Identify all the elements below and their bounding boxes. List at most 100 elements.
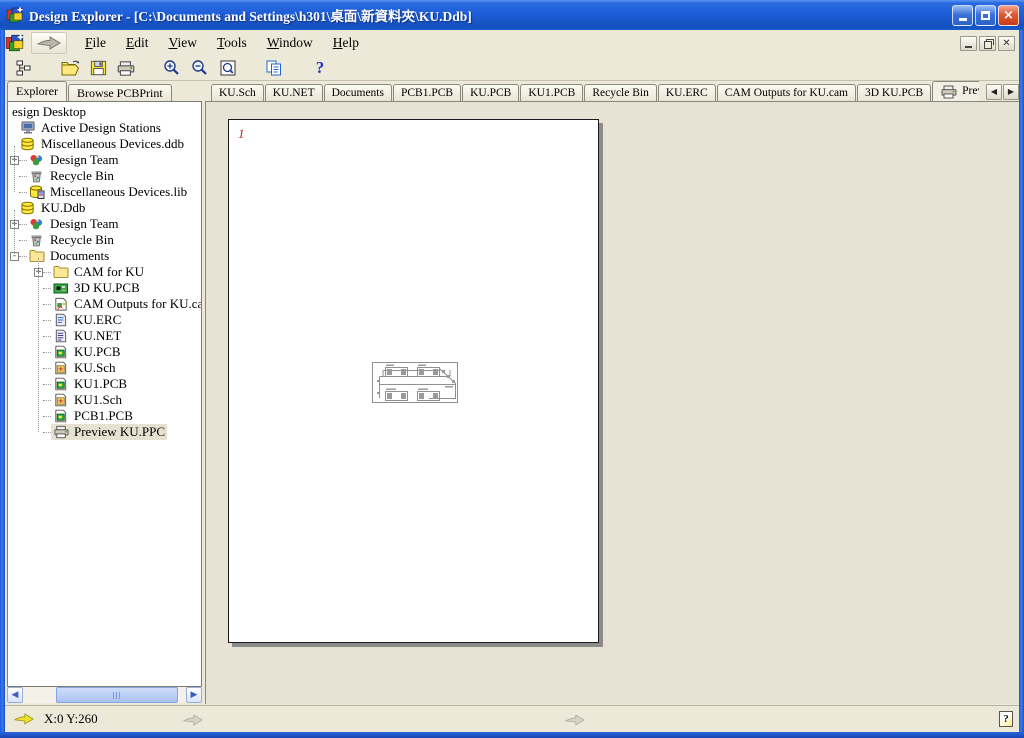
tree-item-design-team[interactable]: +Design Team xyxy=(10,152,201,168)
tree-item-active-design-stations[interactable]: Active Design Stations xyxy=(10,120,201,136)
document-tab-ku1-pcb[interactable]: KU1.PCB xyxy=(520,84,583,101)
panel-tab-browse-pcbprint[interactable]: Browse PCBPrint xyxy=(68,84,172,101)
tab-scroll-right-button[interactable]: ▶ xyxy=(1003,84,1019,100)
tree-connector xyxy=(19,240,27,241)
database-icon xyxy=(20,137,37,151)
tree-horizontal-scrollbar[interactable]: ◀ ▶ xyxy=(7,687,202,703)
menu-hide-button[interactable] xyxy=(31,32,67,54)
mdi-close-button[interactable]: ✕ xyxy=(998,36,1015,51)
tree-connector xyxy=(14,146,15,192)
net-doc-icon xyxy=(53,329,70,343)
print-button[interactable] xyxy=(113,57,139,79)
document-tab-pcb1-pcb[interactable]: PCB1.PCB xyxy=(393,84,461,101)
design-stations-icon xyxy=(20,121,37,135)
tree-item-label: KU1.PCB xyxy=(72,376,129,392)
document-tab-ku-sch[interactable]: KU.Sch xyxy=(211,84,264,101)
scroll-left-arrow[interactable]: ◀ xyxy=(7,687,23,703)
menu-edit[interactable]: Edit xyxy=(116,33,159,53)
tree-item-miscellaneous-devices-ddb[interactable]: Miscellaneous Devices.ddb xyxy=(10,136,201,152)
scroll-right-arrow[interactable]: ▶ xyxy=(186,687,202,703)
menu-window[interactable]: Window xyxy=(257,33,323,53)
app-logo-icon xyxy=(6,6,24,24)
zoom-out-button[interactable] xyxy=(187,57,213,79)
tree-item-recycle-bin[interactable]: Recycle Bin xyxy=(10,168,201,184)
document-tab-ku-net[interactable]: KU.NET xyxy=(265,84,323,101)
tree-item-label: Documents xyxy=(48,248,111,264)
document-tab-recycle-bin[interactable]: Recycle Bin xyxy=(584,84,657,101)
open-button[interactable] xyxy=(57,57,83,79)
tree-connector xyxy=(43,288,51,289)
copy-button[interactable] xyxy=(261,57,287,79)
maximize-icon xyxy=(981,11,990,20)
tree-item-esign-desktop[interactable]: esign Desktop xyxy=(10,104,201,120)
restore-icon xyxy=(984,39,992,47)
tree-item-label: Active Design Stations xyxy=(39,120,163,136)
menu-tools[interactable]: Tools xyxy=(207,33,257,53)
tree-item-design-team[interactable]: +Design Team xyxy=(10,216,201,232)
tree-item-label: KU.NET xyxy=(72,328,123,344)
tree-item-label: Design Team xyxy=(48,216,121,232)
gray-arrow-icon xyxy=(565,714,585,726)
copy-icon xyxy=(264,59,284,77)
tree-item-label: esign Desktop xyxy=(10,104,88,120)
protel-app-icon[interactable] xyxy=(5,33,25,53)
document-tab-ku-pcb[interactable]: KU.PCB xyxy=(462,84,519,101)
close-icon: ✕ xyxy=(1002,38,1010,49)
design-tree: esign DesktopActive Design StationsMisce… xyxy=(7,101,202,687)
pcb-doc-icon xyxy=(53,345,70,359)
preview-page[interactable]: 1 xyxy=(228,119,599,643)
tree-item-recycle-bin[interactable]: Recycle Bin xyxy=(10,232,201,248)
document-tab-ku-erc[interactable]: KU.ERC xyxy=(658,84,716,101)
help-button[interactable]: ? xyxy=(999,711,1013,727)
menu-help[interactable]: Help xyxy=(323,33,369,53)
document-tab-3d-ku-pcb[interactable]: 3D KU.PCB xyxy=(857,84,931,101)
tree-connector xyxy=(43,272,51,273)
maximize-button[interactable] xyxy=(975,5,996,26)
titlebar: Design Explorer - [C:\Documents and Sett… xyxy=(0,0,1024,30)
save-button[interactable] xyxy=(85,57,111,79)
menu-view[interactable]: View xyxy=(159,33,207,53)
document-tab-label: PCB1.PCB xyxy=(401,87,453,99)
tree-view-button[interactable] xyxy=(11,57,37,79)
window-title: Design Explorer - [C:\Documents and Sett… xyxy=(29,5,950,25)
panel-tab-explorer[interactable]: Explorer xyxy=(7,81,67,101)
tree-item-miscellaneous-devices-lib[interactable]: Miscellaneous Devices.lib xyxy=(10,184,201,200)
scrollbar-thumb[interactable] xyxy=(56,687,178,703)
menubar: FileEditViewToolsWindowHelp ✕ xyxy=(5,30,1019,56)
design-explorer-window: Design Explorer - [C:\Documents and Sett… xyxy=(0,0,1024,738)
close-icon: × xyxy=(1003,9,1014,22)
document-tab-label: KU1.PCB xyxy=(528,87,575,99)
mdi-restore-button[interactable] xyxy=(979,36,996,51)
design-team-icon xyxy=(29,217,46,231)
tree-item-label: KU.PCB xyxy=(72,344,123,360)
explorer-panel: ExplorerBrowse PCBPrint esign DesktopAct… xyxy=(5,81,205,704)
tab-scroll-left-button[interactable]: ◀ xyxy=(986,84,1002,100)
zoom-in-icon xyxy=(162,59,182,77)
cam-icon xyxy=(53,297,70,311)
help-icon: ? xyxy=(316,58,325,78)
print-preview-client[interactable]: 1 xyxy=(205,101,1019,704)
document-tab-documents[interactable]: Documents xyxy=(324,84,392,101)
document-tab-label: KU.ERC xyxy=(666,87,708,99)
tree-item-label: CAM for KU xyxy=(72,264,146,280)
tree-connector xyxy=(43,384,51,385)
mdi-minimize-button[interactable] xyxy=(960,36,977,51)
zoom-in-button[interactable] xyxy=(159,57,185,79)
statusbar: X:0 Y:260 ? xyxy=(5,705,1019,732)
document-tab-cam-outputs-for-ku-cam[interactable]: CAM Outputs for KU.cam xyxy=(717,84,856,101)
document-tab-label: Documents xyxy=(332,87,384,99)
tree-connector xyxy=(43,352,51,353)
document-tab-label: Recycle Bin xyxy=(592,87,649,99)
document-tab-preview-ku-ppc[interactable]: Preview KU.PPC xyxy=(932,81,979,101)
zoom-document-button[interactable] xyxy=(215,57,241,79)
recycle-bin-icon xyxy=(29,233,46,247)
help-button[interactable]: ? xyxy=(307,57,333,79)
gray-arrow-icon xyxy=(183,714,203,726)
minimize-button[interactable] xyxy=(952,5,973,26)
tree-item-ku-ddb[interactable]: KU.Ddb xyxy=(10,200,201,216)
menu-file[interactable]: File xyxy=(75,33,116,53)
window-border-bottom xyxy=(0,732,1024,738)
print-icon xyxy=(116,60,136,77)
close-button[interactable]: × xyxy=(998,5,1019,26)
tree-view-icon xyxy=(14,59,34,77)
